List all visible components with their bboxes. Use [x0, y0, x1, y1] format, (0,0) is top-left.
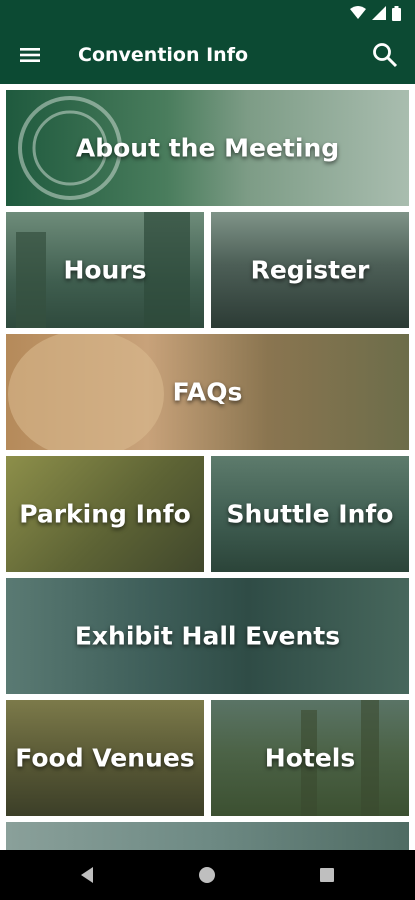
- tile-parking-info[interactable]: Parking Info: [6, 456, 204, 572]
- tile-label: About the Meeting: [75, 133, 340, 163]
- search-icon: [373, 43, 398, 68]
- tile-faqs[interactable]: FAQs: [6, 334, 409, 450]
- tile-food-venues[interactable]: Food Venues: [6, 700, 204, 816]
- search-button[interactable]: [371, 41, 399, 69]
- tile-label: Parking Info: [19, 499, 191, 529]
- menu-icon: [20, 48, 40, 62]
- back-button[interactable]: [78, 865, 98, 889]
- back-icon: [81, 867, 93, 883]
- home-button[interactable]: [197, 865, 217, 889]
- tile-label: Exhibit Hall Events: [74, 621, 341, 651]
- tile-exhibit-hall-events[interactable]: Exhibit Hall Events: [6, 578, 409, 694]
- menu-button[interactable]: [18, 43, 42, 67]
- status-icons: [350, 5, 401, 21]
- tile-partial[interactable]: [6, 822, 409, 850]
- tile-hotels[interactable]: Hotels: [211, 700, 409, 816]
- tile-label: Hours: [63, 255, 147, 285]
- tile-shuttle-info[interactable]: Shuttle Info: [211, 456, 409, 572]
- tile-label: FAQs: [172, 377, 243, 407]
- wifi-icon: [350, 6, 366, 19]
- recents-icon: [320, 868, 334, 882]
- tile-label: Food Venues: [15, 743, 195, 773]
- status-bar: [0, 0, 415, 26]
- tile-about-the-meeting[interactable]: About the Meeting: [6, 90, 409, 206]
- tile-label: Shuttle Info: [226, 499, 394, 529]
- tile-hours[interactable]: Hours: [6, 212, 204, 328]
- tile-label: Hotels: [264, 743, 356, 773]
- recents-button[interactable]: [317, 865, 337, 889]
- system-nav-bar: [0, 850, 415, 900]
- battery-icon: [392, 5, 401, 21]
- signal-icon: [372, 6, 386, 20]
- home-icon: [199, 867, 215, 883]
- page-title: Convention Info: [78, 44, 249, 66]
- tile-label: Register: [250, 255, 370, 285]
- tile-register[interactable]: Register: [211, 212, 409, 328]
- app-bar: Convention Info: [0, 26, 415, 84]
